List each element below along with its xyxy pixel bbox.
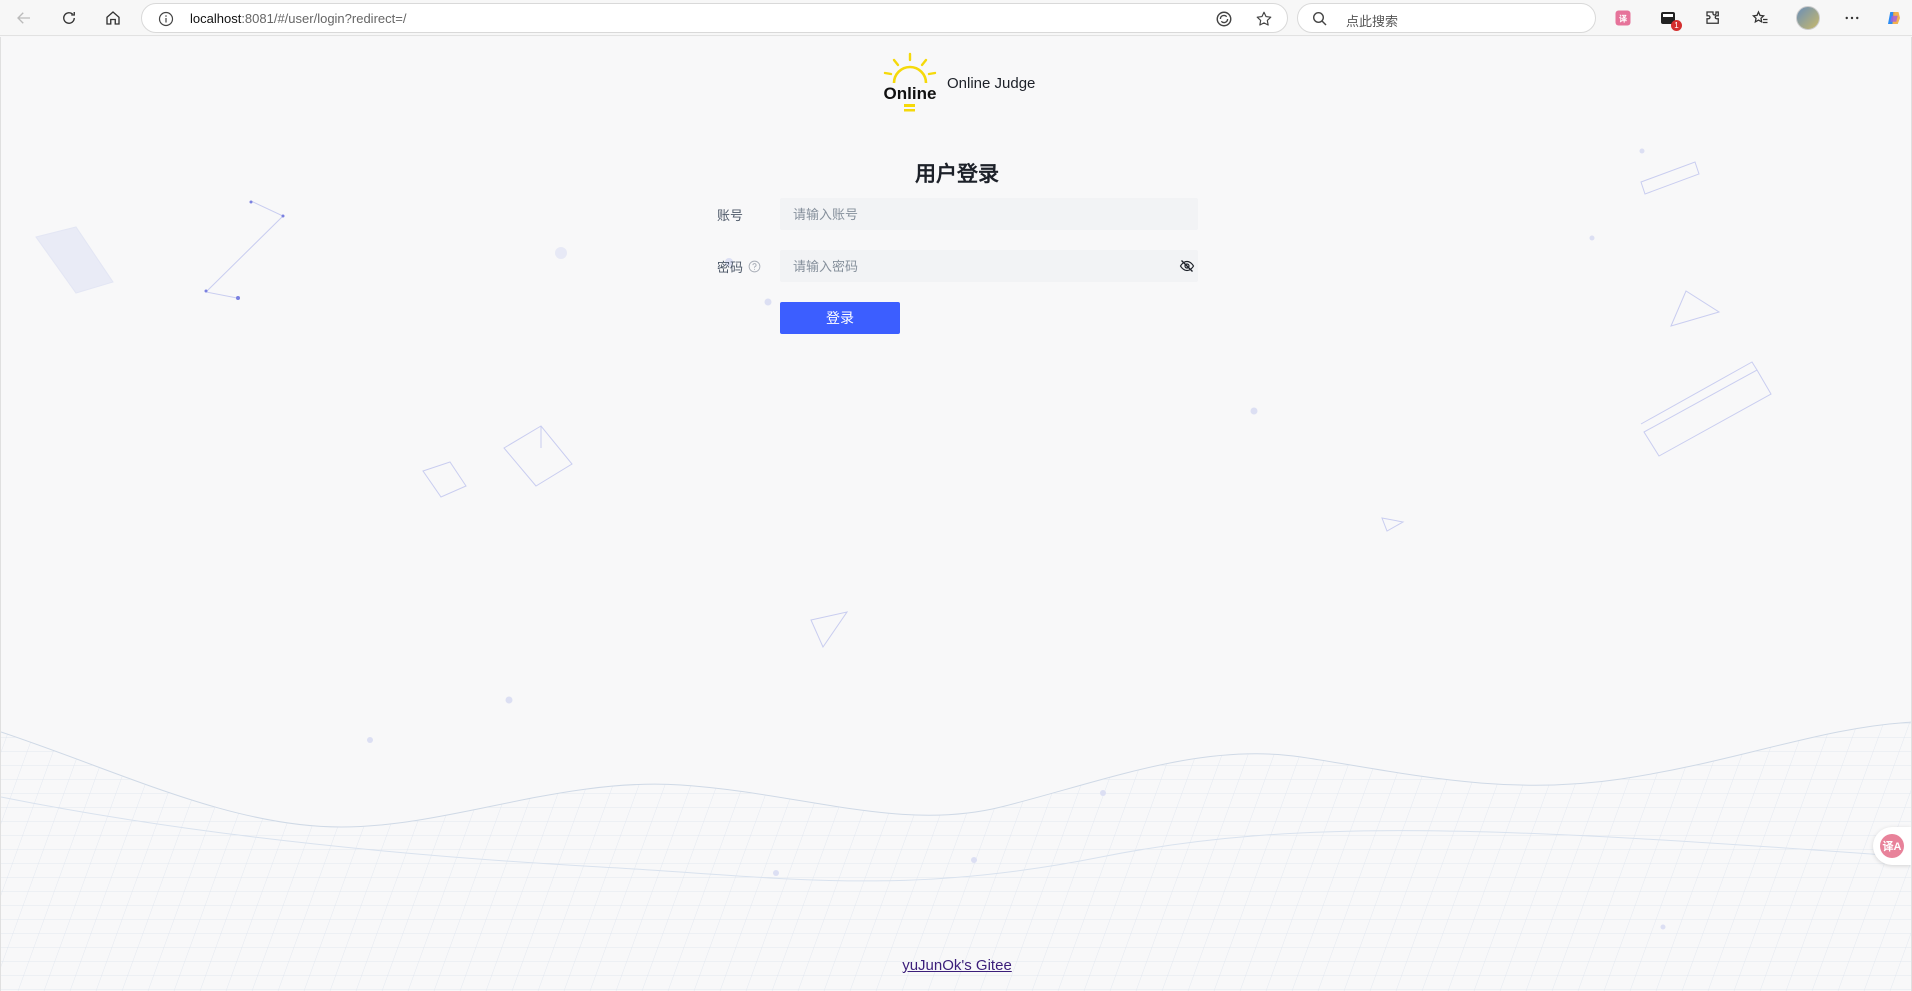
url-text: localhost:8081/#/user/login?redirect=/ [190,11,407,26]
footer: yuJunOk's Gitee [1,957,1911,974]
eye-off-icon[interactable] [1179,258,1195,274]
site-logo[interactable]: Online Online Judge [881,51,1035,115]
help-circle-icon[interactable] [748,260,761,273]
browser-toolbar: localhost:8081/#/user/login?redirect=/ 点… [0,0,1912,36]
login-title: 用户登录 [915,163,999,186]
account-input[interactable] [780,198,1198,230]
home-icon[interactable] [99,4,127,32]
translate-icon[interactable]: 译 [1611,6,1635,30]
logo-icon: Online [884,52,937,112]
search-icon [1312,11,1327,26]
logo-text: Online [884,84,937,103]
password-form-item: 密码 [717,250,1198,282]
account-label: 账号 [717,208,744,223]
search-placeholder: 点此搜索 [1346,14,1399,29]
back-icon[interactable] [10,4,38,32]
floating-translate-button[interactable]: 译A [1873,827,1911,865]
password-label: 密码 [717,257,761,276]
page: Online Online Judge 用户登录 账号 密码 登录 yuJunO… [0,37,1912,991]
favorites-icon[interactable] [1748,6,1772,30]
copilot-icon[interactable] [1882,6,1906,30]
extension-badge: 1 [1671,20,1682,31]
account-form-item: 账号 [717,198,1198,230]
site-name: Online Judge [947,74,1036,92]
password-input[interactable] [780,250,1198,282]
login-button[interactable]: 登录 [780,302,900,334]
refresh-icon[interactable] [55,4,83,32]
info-icon[interactable] [158,11,174,27]
more-icon[interactable] [1840,6,1864,30]
address-bar[interactable]: localhost:8081/#/user/login?redirect=/ [141,3,1288,33]
gitee-link[interactable]: yuJunOk's Gitee [902,957,1012,974]
favorite-star-icon[interactable] [1254,9,1274,29]
extension-icon[interactable]: 1 [1656,6,1682,31]
read-aloud-icon[interactable] [1214,9,1234,29]
browser-search-bar[interactable]: 点此搜索 [1297,3,1596,33]
svg-text:译: 译 [1619,14,1628,24]
avatar[interactable] [1796,6,1820,30]
translate-glyph: 译A [1880,834,1904,858]
puzzle-icon[interactable] [1701,6,1725,30]
